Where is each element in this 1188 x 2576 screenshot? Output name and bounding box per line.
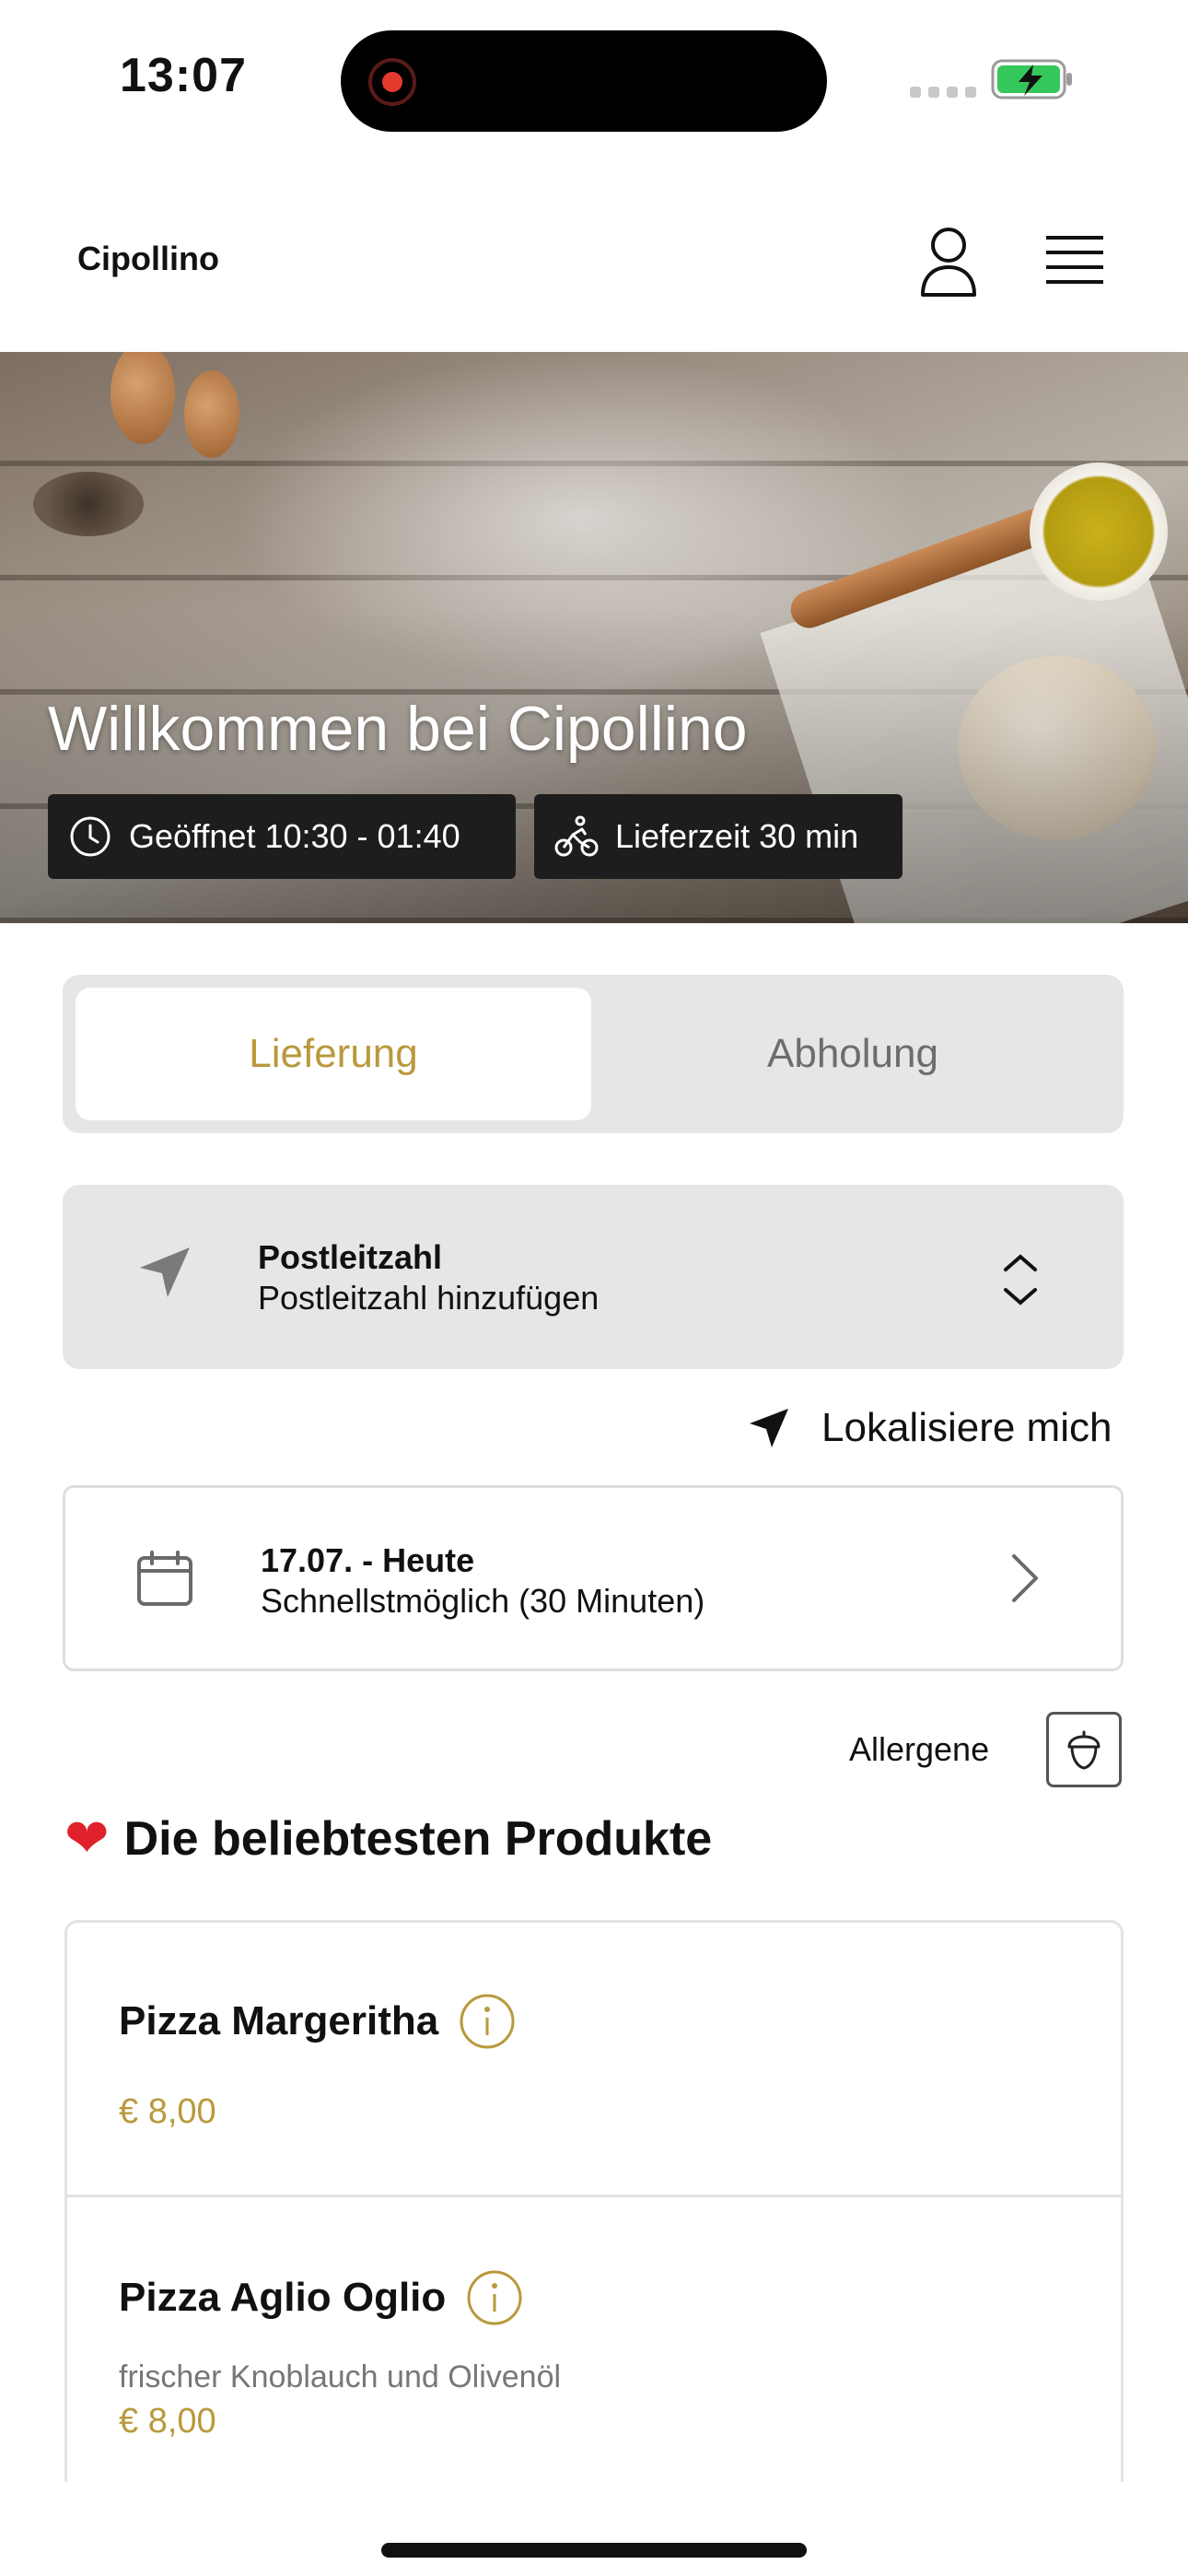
opening-hours-badge: Geöffnet 10:30 - 01:40	[48, 794, 516, 879]
hero-title: Willkommen bei Cipollino	[48, 694, 748, 764]
product-name: Pizza Margeritha	[119, 1998, 439, 2043]
status-bar: 13:07	[0, 0, 1188, 157]
product-description: frischer Knoblauch und Olivenöl	[119, 2359, 562, 2395]
locate-me-button[interactable]: Lokalisiere mich	[748, 1400, 1112, 1456]
delivery-time-option: Schnellstmöglich (30 Minuten)	[261, 1582, 705, 1620]
battery-charging-icon	[991, 59, 1072, 100]
order-mode-toggle: Lieferung Abholung	[63, 975, 1124, 1133]
product-price: € 8,00	[119, 2092, 216, 2131]
tab-delivery[interactable]: Lieferung	[76, 988, 591, 1120]
popular-products-heading: Die beliebtesten Produkte	[123, 1812, 713, 1866]
home-indicator[interactable]	[381, 2543, 807, 2558]
locate-me-label: Lokalisiere mich	[821, 1405, 1112, 1450]
cyclist-icon	[554, 815, 599, 857]
postal-code-label: Postleitzahl	[258, 1238, 443, 1276]
chevron-right-icon	[1012, 1554, 1038, 1602]
product-name: Pizza Aglio Oglio	[119, 2275, 447, 2320]
info-icon[interactable]	[466, 2269, 523, 2326]
popular-products-title: ❤ Die beliebtesten Produkte	[64, 1811, 712, 1867]
postal-code-value: Postleitzahl hinzufügen	[258, 1279, 600, 1317]
info-icon[interactable]	[459, 1993, 516, 2050]
dynamic-island	[341, 30, 827, 132]
cellular-signal-icon	[910, 87, 976, 98]
status-time: 13:07	[120, 49, 247, 102]
clock-icon	[70, 816, 111, 857]
chevron-up-down-icon	[1004, 1254, 1037, 1306]
hamburger-menu-icon[interactable]	[1044, 230, 1105, 291]
allergens-filter-button[interactable]	[1046, 1712, 1122, 1787]
navigation-arrow-icon	[140, 1247, 190, 1297]
location-arrow-icon	[750, 1409, 788, 1447]
allergens-label: Allergene	[849, 1730, 990, 1768]
delivery-time-badge: Lieferzeit 30 min	[534, 794, 903, 879]
app-header: Cipollino	[0, 193, 1188, 350]
product-card[interactable]: Pizza Aglio Oglio frischer Knoblauch und…	[67, 2197, 1121, 2482]
tab-pickup[interactable]: Abholung	[595, 988, 1111, 1120]
brand-logo-text[interactable]: Cipollino	[77, 240, 219, 278]
postal-code-selector[interactable]: Postleitzahl Postleitzahl hinzufügen	[63, 1185, 1124, 1369]
product-card[interactable]: Pizza Margeritha € 8,00	[67, 1923, 1121, 2197]
recording-icon	[368, 58, 416, 106]
delivery-time-selector[interactable]: 17.07. - Heute Schnellstmöglich (30 Minu…	[63, 1485, 1124, 1671]
hero-banner: Willkommen bei Cipollino Geöffnet 10:30 …	[0, 352, 1188, 923]
delivery-date: 17.07. - Heute	[261, 1541, 475, 1579]
opening-hours-text: Geöffnet 10:30 - 01:40	[129, 817, 460, 855]
acorn-icon	[1067, 1730, 1101, 1770]
delivery-time-text: Lieferzeit 30 min	[615, 817, 859, 855]
product-price: € 8,00	[119, 2402, 216, 2441]
popular-products-list: Pizza Margeritha € 8,00 Pizza Aglio Ogli…	[64, 1920, 1124, 2482]
calendar-icon	[137, 1551, 192, 1606]
account-icon[interactable]	[917, 225, 980, 299]
heart-icon: ❤	[64, 1809, 110, 1868]
